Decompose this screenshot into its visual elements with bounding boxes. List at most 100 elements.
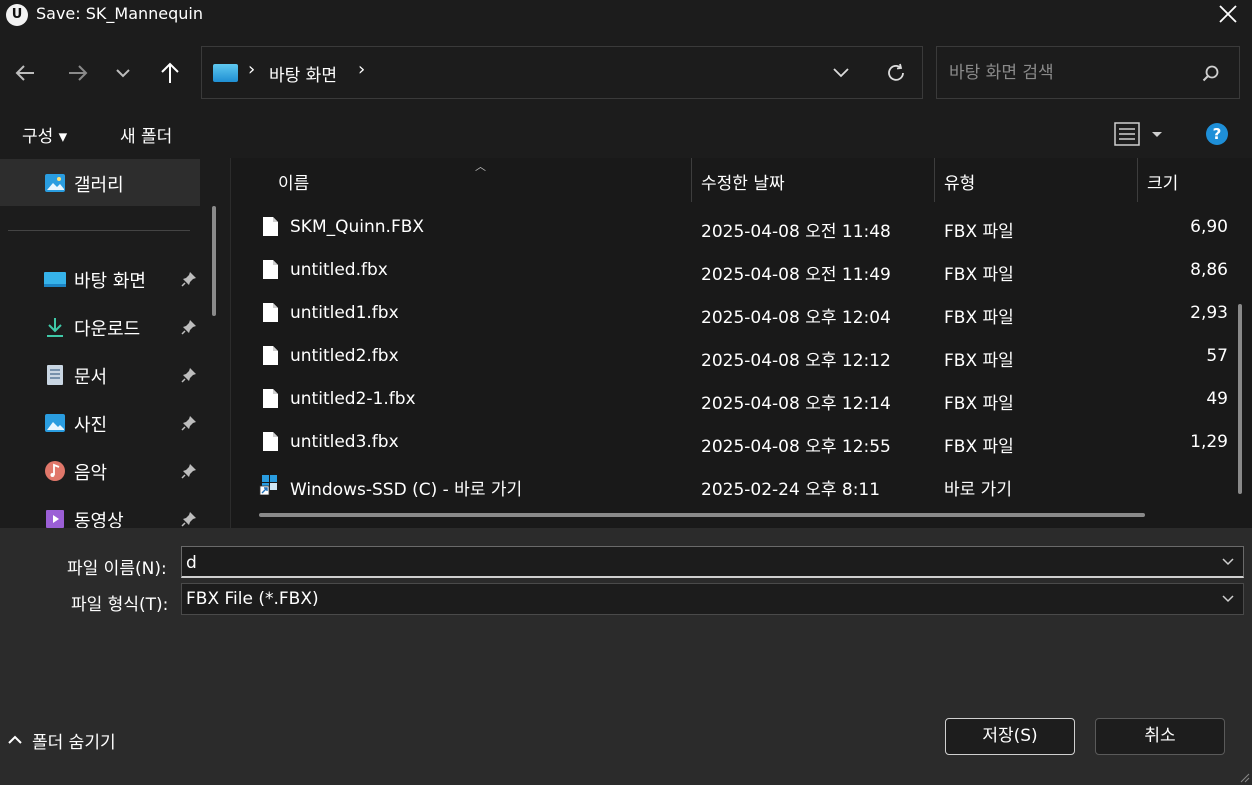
column-header-type[interactable]: 유형 xyxy=(944,169,975,194)
refresh-button[interactable] xyxy=(885,62,907,84)
file-row[interactable]: SKM_Quinn.FBX 2025-04-08 오전 11:48 FBX 파일… xyxy=(230,206,1230,249)
pictures-icon xyxy=(45,414,65,432)
file-row[interactable]: untitled.fbx 2025-04-08 오전 11:49 FBX 파일 … xyxy=(230,249,1230,292)
file-name: untitled3.fbx xyxy=(290,432,399,452)
sort-ascending-icon: ︿ xyxy=(475,160,486,173)
up-button[interactable] xyxy=(155,60,185,86)
file-row[interactable]: untitled1.fbx 2025-04-08 오후 12:04 FBX 파일… xyxy=(230,292,1230,335)
file-name-input[interactable] xyxy=(186,551,1206,575)
column-divider[interactable] xyxy=(1137,158,1138,202)
close-icon xyxy=(1219,5,1237,23)
sidebar-item-gallery[interactable]: 갤러리 xyxy=(44,168,204,198)
file-name: SKM_Quinn.FBX xyxy=(290,217,425,237)
cancel-button[interactable]: 취소 xyxy=(1095,718,1225,755)
sidebar-scrollbar[interactable] xyxy=(212,206,216,316)
file-row[interactable]: Windows-SSD (C) - 바로 가기 2025-02-24 오후 8:… xyxy=(230,464,1230,507)
chevron-up-icon xyxy=(8,735,22,744)
file-type: FBX 파일 xyxy=(944,351,1014,371)
sidebar-item-videos[interactable]: 동영상 xyxy=(44,504,204,528)
file-name-combobox[interactable] xyxy=(181,546,1244,578)
column-headers: ︿ 이름 수정한 날짜 유형 크기 xyxy=(230,158,1252,202)
breadcrumb-desktop[interactable]: 바탕 화면 xyxy=(269,61,337,86)
column-header-name[interactable]: 이름 xyxy=(278,169,309,194)
hide-folders-button[interactable]: 폴더 숨기기 xyxy=(8,728,116,753)
pin-icon[interactable] xyxy=(181,367,197,383)
file-icon xyxy=(263,389,278,408)
pin-icon[interactable] xyxy=(181,511,197,527)
sidebar-item-label: 바탕 화면 xyxy=(74,271,146,292)
column-header-date[interactable]: 수정한 날짜 xyxy=(701,169,785,194)
address-history-button[interactable] xyxy=(831,64,851,82)
file-row[interactable]: untitled3.fbx 2025-04-08 오후 12:55 FBX 파일… xyxy=(230,421,1230,464)
address-bar[interactable]: › 바탕 화면 › xyxy=(201,46,923,99)
desktop-icon xyxy=(44,272,66,287)
sidebar-item-label: 문서 xyxy=(74,367,108,388)
file-list: ︿ 이름 수정한 날짜 유형 크기 SKM_Quinn.FBX 2025-04-… xyxy=(230,158,1252,528)
breadcrumb-separator-icon[interactable]: › xyxy=(248,59,255,80)
file-type-value: FBX File (*.FBX) xyxy=(186,589,319,609)
pin-icon[interactable] xyxy=(181,415,197,431)
download-icon xyxy=(47,318,63,337)
file-type: FBX 파일 xyxy=(944,394,1014,414)
column-divider[interactable] xyxy=(934,158,935,202)
help-icon: ? xyxy=(1206,123,1228,145)
file-size: 2,93 xyxy=(1190,303,1228,323)
save-options-panel: 파일 이름(N): 파일 형식(T): FBX File (*.FBX) 폴더 … xyxy=(0,528,1252,785)
file-type-select[interactable]: FBX File (*.FBX) xyxy=(181,583,1244,615)
file-icon xyxy=(263,432,278,451)
file-name: untitled2-1.fbx xyxy=(290,389,416,409)
pin-icon[interactable] xyxy=(181,271,197,287)
forward-button[interactable] xyxy=(63,60,93,86)
pin-icon[interactable] xyxy=(181,319,197,335)
file-name: untitled.fbx xyxy=(290,260,388,280)
file-row[interactable]: untitled2-1.fbx 2025-04-08 오후 12:14 FBX … xyxy=(230,378,1230,421)
list-view-icon xyxy=(1114,122,1162,146)
organize-button[interactable]: 구성 ▾ xyxy=(22,122,67,147)
gallery-icon xyxy=(45,174,65,192)
file-type: FBX 파일 xyxy=(944,437,1014,457)
sidebar-item-label: 동영상 xyxy=(74,511,124,528)
pin-icon[interactable] xyxy=(181,463,197,479)
arrow-right-icon xyxy=(69,65,88,81)
sidebar-item-label: 음악 xyxy=(74,463,108,484)
sidebar-item-music[interactable]: 음악 xyxy=(44,456,204,486)
horizontal-scrollbar[interactable] xyxy=(259,513,1145,517)
column-divider[interactable] xyxy=(691,158,692,202)
sidebar-item-desktop[interactable]: 바탕 화면 xyxy=(44,264,204,294)
file-size: 8,86 xyxy=(1190,260,1228,280)
sidebar-item-downloads[interactable]: 다운로드 xyxy=(44,312,204,342)
sidebar-item-pictures[interactable]: 사진 xyxy=(44,408,204,438)
sidebar-item-label: 다운로드 xyxy=(74,319,141,340)
recent-locations-button[interactable] xyxy=(108,60,138,86)
file-row[interactable]: untitled2.fbx 2025-04-08 오후 12:12 FBX 파일… xyxy=(230,335,1230,378)
file-date: 2025-04-08 오후 12:12 xyxy=(701,351,891,371)
chevron-down-icon[interactable] xyxy=(1221,594,1235,604)
save-button[interactable]: 저장(S) xyxy=(945,718,1075,755)
vertical-scrollbar[interactable] xyxy=(1238,304,1242,494)
sidebar-item-label: 사진 xyxy=(74,415,108,436)
sidebar-item-label: 갤러리 xyxy=(74,175,124,196)
arrow-up-icon xyxy=(161,62,179,83)
chevron-down-icon[interactable] xyxy=(1221,557,1235,567)
search-box[interactable] xyxy=(936,46,1240,99)
close-button[interactable] xyxy=(1216,2,1240,26)
resize-grip-icon[interactable] xyxy=(1238,771,1250,783)
file-icon xyxy=(263,346,278,365)
column-header-size[interactable]: 크기 xyxy=(1147,169,1178,194)
search-icon[interactable] xyxy=(1201,64,1221,84)
view-options-button[interactable] xyxy=(1114,122,1166,146)
breadcrumb-separator-icon[interactable]: › xyxy=(358,59,365,80)
new-folder-button[interactable]: 새 폴더 xyxy=(120,122,172,147)
file-name: untitled2.fbx xyxy=(290,346,399,366)
sidebar-item-documents[interactable]: 문서 xyxy=(44,360,204,390)
chevron-down-icon xyxy=(833,68,849,78)
file-icon xyxy=(263,303,278,322)
drive-shortcut-icon xyxy=(259,475,277,495)
search-input[interactable] xyxy=(949,61,1189,85)
back-button[interactable] xyxy=(10,60,40,86)
unreal-logo-icon: U xyxy=(6,4,28,26)
file-icon xyxy=(263,260,278,279)
help-button[interactable]: ? xyxy=(1205,122,1229,150)
desktop-folder-icon xyxy=(213,64,238,82)
file-type: 바로 가기 xyxy=(944,480,1012,500)
